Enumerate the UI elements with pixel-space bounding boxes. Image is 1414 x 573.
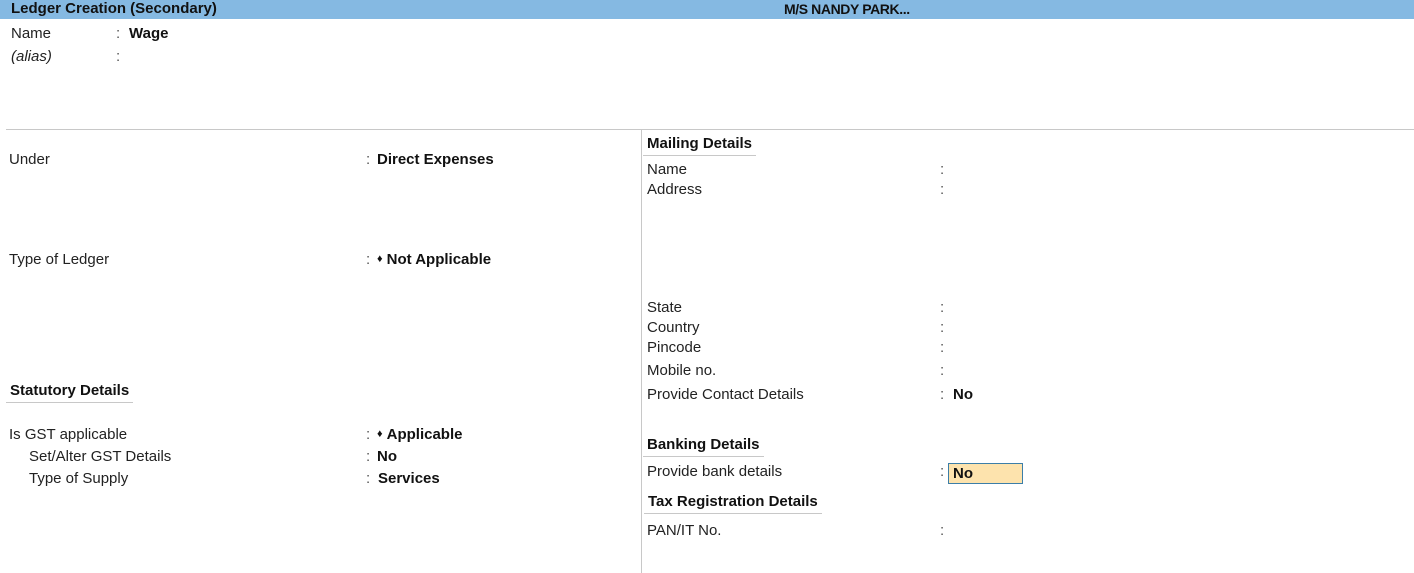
is-gst-applicable-value: Applicable [386, 426, 463, 443]
alias-label: (alias) [11, 48, 52, 65]
provide-contact-details-colon: : [940, 386, 945, 403]
alias-field[interactable] [129, 48, 329, 66]
mobile-no-label: Mobile no. [647, 362, 717, 379]
is-gst-applicable-field[interactable]: ♦ Applicable [377, 426, 462, 445]
panel-divider [641, 130, 642, 573]
name-field[interactable]: Wage [129, 25, 168, 43]
address-label: Address [647, 181, 703, 198]
address-field[interactable] [953, 181, 1253, 199]
address-colon: : [940, 181, 945, 198]
type-of-ledger-label: Type of Ledger [9, 251, 110, 268]
diamond-marker-icon: ♦ [377, 253, 383, 265]
diamond-marker-icon: ♦ [377, 428, 383, 440]
state-colon: : [940, 299, 945, 316]
set-alter-gst-label: Set/Alter GST Details [29, 448, 172, 465]
set-alter-gst-field[interactable]: No [377, 448, 397, 466]
header-divider [6, 129, 1414, 130]
banking-details-heading: Banking Details [643, 436, 764, 457]
state-field[interactable] [953, 299, 1253, 317]
mobile-no-field[interactable] [953, 362, 1253, 380]
type-of-supply-field[interactable]: Services [378, 470, 440, 488]
is-gst-applicable-label: Is GST applicable [9, 426, 128, 443]
mailing-name-field[interactable] [953, 161, 1253, 179]
tax-registration-details-heading: Tax Registration Details [644, 493, 822, 514]
country-colon: : [940, 319, 945, 336]
statutory-details-heading: Statutory Details [6, 382, 134, 403]
type-of-ledger-colon: : [366, 251, 371, 268]
alias-colon: : [116, 48, 121, 65]
mailing-name-label: Name [647, 161, 688, 178]
provide-bank-details-field[interactable]: No [948, 463, 1023, 484]
mailing-details-heading: Mailing Details [643, 135, 757, 156]
name-label: Name [11, 25, 52, 42]
title-bar: Ledger Creation (Secondary) M/S NANDY PA… [0, 0, 1414, 19]
pincode-field[interactable] [953, 339, 1253, 357]
type-of-supply-colon: : [366, 470, 371, 487]
pan-it-no-label: PAN/IT No. [647, 522, 722, 539]
state-label: State [647, 299, 683, 316]
type-of-ledger-field[interactable]: ♦ Not Applicable [377, 251, 491, 270]
pan-it-no-field[interactable] [953, 522, 1253, 540]
provide-contact-details-label: Provide Contact Details [647, 386, 804, 403]
screen-title: Ledger Creation (Secondary) [11, 0, 217, 17]
provide-bank-details-label: Provide bank details [647, 463, 783, 480]
company-name: M/S NANDY PARK... [784, 1, 910, 17]
under-field[interactable]: Direct Expenses [377, 151, 494, 169]
is-gst-applicable-colon: : [366, 426, 371, 443]
country-label: Country [647, 319, 700, 336]
country-field[interactable] [953, 319, 1253, 337]
mailing-name-colon: : [940, 161, 945, 178]
mobile-no-colon: : [940, 362, 945, 379]
under-label: Under [9, 151, 50, 168]
under-colon: : [366, 151, 371, 168]
name-colon: : [116, 25, 121, 42]
type-of-ledger-value: Not Applicable [386, 251, 492, 268]
pincode-label: Pincode [647, 339, 702, 356]
type-of-supply-label: Type of Supply [29, 470, 129, 487]
provide-contact-details-field[interactable]: No [953, 386, 973, 404]
pan-it-no-colon: : [940, 522, 945, 539]
provide-bank-details-colon: : [940, 463, 945, 480]
pincode-colon: : [940, 339, 945, 356]
set-alter-gst-colon: : [366, 448, 371, 465]
